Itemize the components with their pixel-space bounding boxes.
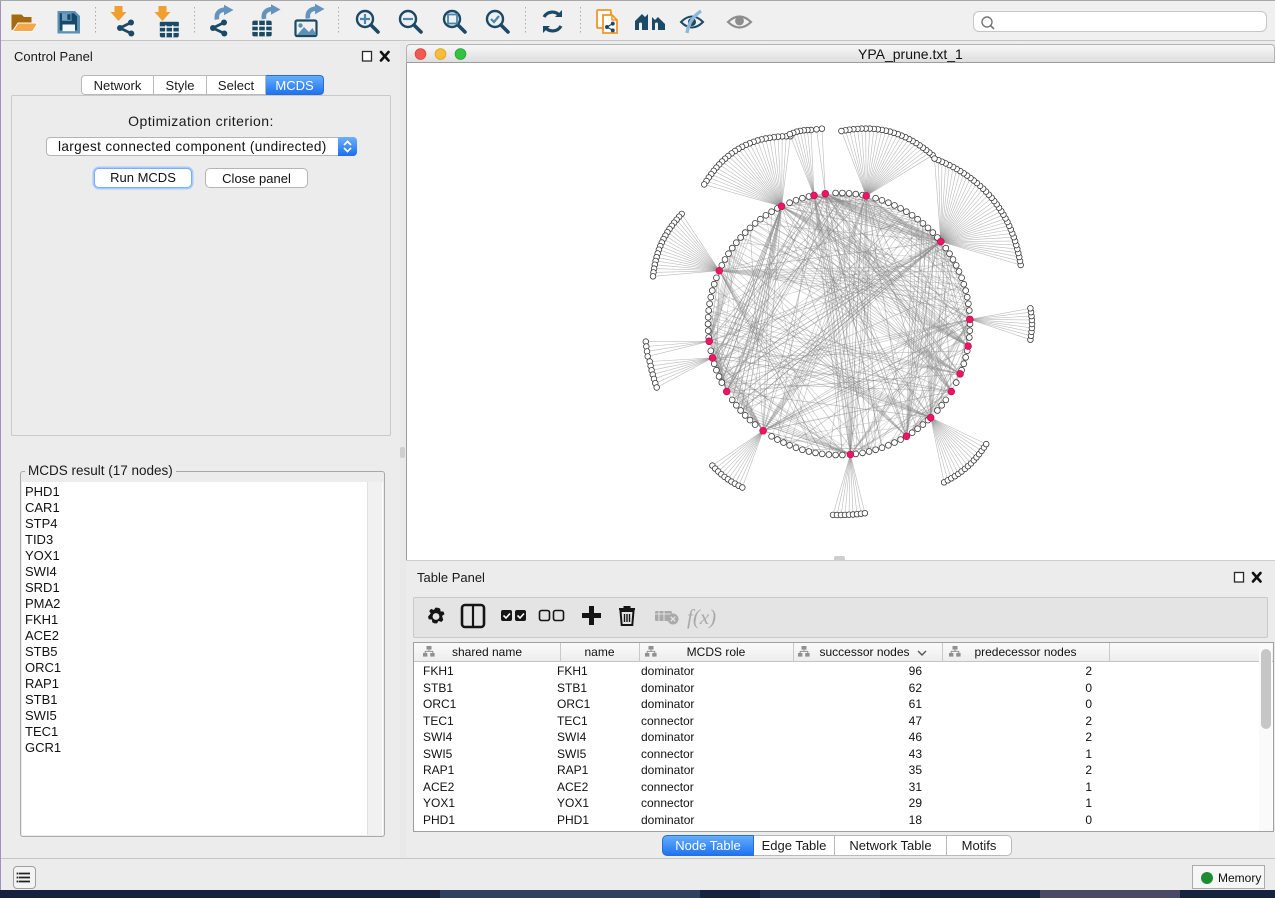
svg-text:f(x): f(x) <box>687 605 716 629</box>
